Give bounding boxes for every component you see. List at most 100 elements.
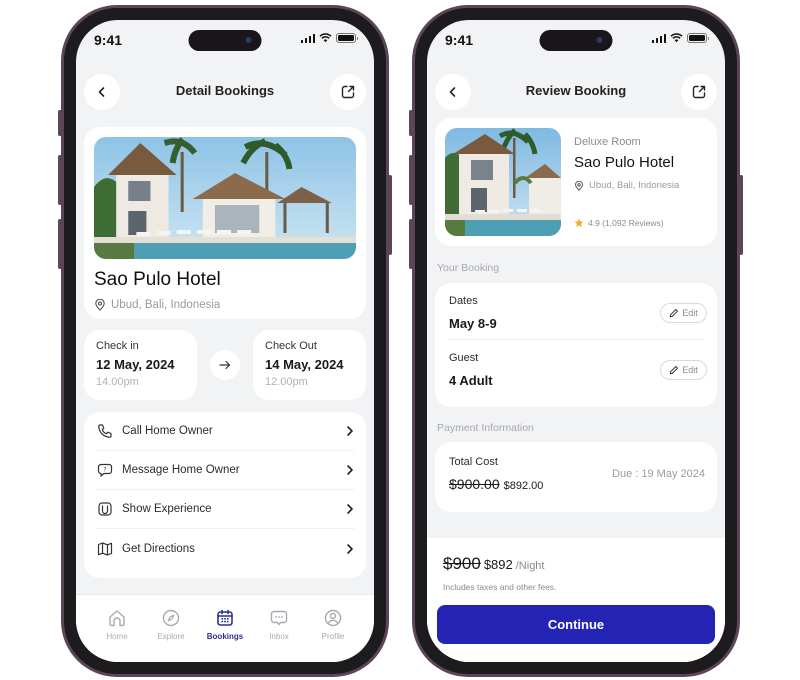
hotel-name: Sao Pulo Hotel (94, 269, 221, 290)
guest-row: Guest 4 Adult Edit (447, 340, 707, 397)
action-label: Message Home Owner (122, 464, 240, 476)
chevron-right-icon (347, 426, 353, 436)
edit-guest-button[interactable]: Edit (660, 360, 707, 380)
room-summary-card: Deluxe Room Sao Pulo Hotel Ubud, Bali, I… (435, 118, 717, 246)
continue-button[interactable]: Continue (437, 605, 715, 644)
pencil-icon (669, 366, 679, 375)
check-out-card[interactable]: Check Out 14 May, 2024 12.00pm (253, 330, 366, 400)
total-cost-label: Total Cost (449, 456, 498, 468)
hotel-location: Ubud, Bali, Indonesia (589, 180, 680, 191)
calendar-icon (217, 609, 233, 626)
map-icon (97, 541, 113, 556)
room-photo (445, 128, 561, 236)
rating-text: 4.9 (1,092 Reviews) (588, 218, 664, 228)
chevron-right-icon (347, 465, 353, 475)
arrow-right-icon (219, 360, 231, 370)
status-bar: 9:41 (427, 20, 725, 60)
tab-explore[interactable]: Explore (145, 595, 197, 662)
home-icon (109, 610, 125, 627)
edit-label: Edit (682, 308, 698, 318)
chevron-right-icon (347, 543, 353, 554)
get-directions-row[interactable]: Get Directions (96, 529, 354, 568)
phone-detail-bookings: 9:41 Detail Bookings Sao Pulo Hotel Ubud… (58, 5, 392, 677)
message-home-owner-row[interactable]: ? Message Home Owner (96, 451, 354, 490)
your-booking-heading: Your Booking (437, 262, 500, 274)
share-icon (341, 85, 355, 99)
show-experience-row[interactable]: Show Experience (96, 490, 354, 529)
tab-label: Bookings (206, 632, 244, 641)
call-home-owner-row[interactable]: Call Home Owner (96, 412, 354, 451)
power-button (388, 175, 392, 255)
volume-down-button (409, 219, 413, 269)
original-total-price: $900.00 (449, 476, 500, 492)
message-question-icon: ? (97, 463, 113, 477)
room-type: Deluxe Room (574, 136, 641, 148)
battery-icon (687, 33, 709, 43)
payment-information-heading: Payment Information (437, 422, 534, 434)
checkout-bar: $900 $892 /Night Includes taxes and othe… (427, 538, 725, 662)
status-time: 9:41 (94, 32, 123, 48)
profile-icon (324, 609, 342, 627)
action-button (409, 110, 413, 136)
tab-inbox[interactable]: Inbox (253, 595, 305, 662)
tab-label: Home (106, 632, 128, 641)
action-label: Get Directions (122, 542, 195, 555)
check-in-card[interactable]: Check in 12 May, 2024 14.00pm (84, 330, 197, 400)
check-out-time: 12.00pm (265, 376, 308, 388)
dynamic-island (188, 30, 262, 51)
tab-bookings[interactable]: Bookings (199, 595, 251, 662)
check-in-date: 12 May, 2024 (96, 357, 175, 372)
location-pin-icon (574, 180, 584, 191)
dates-label: Dates (449, 295, 478, 307)
signal-icon (651, 33, 666, 43)
power-button (739, 175, 743, 255)
hotel-location: Ubud, Bali, Indonesia (111, 299, 221, 311)
edit-label: Edit (682, 365, 698, 375)
tab-label: Inbox (269, 632, 289, 641)
discounted-total-price: $892.00 (503, 480, 544, 492)
wifi-icon (670, 33, 683, 43)
hotel-photo (94, 137, 356, 259)
share-button[interactable] (330, 74, 366, 110)
page-title: Detail Bookings (175, 83, 275, 98)
star-icon (574, 218, 584, 227)
pencil-icon (669, 309, 679, 318)
tab-label: Explore (157, 632, 185, 641)
battery-icon (336, 33, 358, 43)
share-icon (692, 85, 706, 99)
edit-dates-button[interactable]: Edit (660, 303, 707, 323)
location-pin-icon (95, 299, 105, 311)
hotel-card: Sao Pulo Hotel Ubud, Bali, Indonesia (84, 127, 366, 319)
tab-home[interactable]: Home (91, 595, 143, 662)
phone-review-booking: 9:41 Review Booking Deluxe Room Sao Pulo… (409, 5, 743, 677)
compass-icon (162, 609, 180, 627)
status-time: 9:41 (445, 32, 474, 48)
payment-card: Total Cost $900.00 $892.00 Due : 19 May … (435, 442, 717, 512)
chevron-right-icon (347, 504, 353, 514)
dates-value: May 8-9 (449, 316, 497, 331)
svg-text:?: ? (103, 466, 106, 473)
price-unit: /Night (515, 560, 545, 572)
host-actions-list: Call Home Owner ? Message Home Owner Sho… (84, 412, 366, 578)
review-booking-screen: 9:41 Review Booking Deluxe Room Sao Pulo… (427, 20, 725, 662)
volume-up-button (58, 155, 62, 205)
action-button (58, 110, 62, 136)
action-label: Show Experience (122, 503, 212, 515)
nightly-price: $892 (483, 557, 513, 572)
wifi-icon (319, 33, 332, 43)
action-label: Call Home Owner (122, 425, 213, 437)
booking-details-card: Dates May 8-9 Edit Guest 4 Adult Edit (435, 283, 717, 407)
tab-label: Profile (321, 632, 345, 641)
due-date: Due : 19 May 2024 (612, 468, 705, 480)
check-in-time: 14.00pm (96, 376, 139, 388)
signal-icon (300, 33, 315, 43)
volume-down-button (58, 219, 62, 269)
fees-note: Includes taxes and other fees. (443, 582, 557, 592)
phone-icon (98, 424, 112, 438)
hotel-name: Sao Pulo Hotel (574, 154, 675, 171)
guest-value: 4 Adult (449, 373, 493, 388)
share-button[interactable] (681, 74, 717, 110)
tab-profile[interactable]: Profile (307, 595, 359, 662)
original-nightly-price: $900 (443, 554, 481, 573)
detail-bookings-screen: 9:41 Detail Bookings Sao Pulo Hotel Ubud… (76, 20, 374, 662)
